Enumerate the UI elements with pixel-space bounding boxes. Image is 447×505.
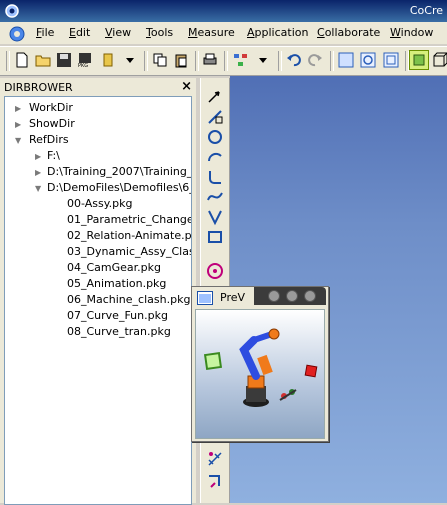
preview-window-icon: [197, 291, 213, 305]
directory-tree[interactable]: ▶ WorkDir ▶ ShowDir ▼ RefDirs ▶ F:\ ▶ D:…: [4, 96, 192, 505]
gear-icon[interactable]: [8, 25, 26, 43]
rectangle-icon[interactable]: [206, 228, 224, 246]
tree-item-workdir[interactable]: WorkDir: [29, 100, 73, 116]
app-gear-icon[interactable]: [4, 3, 20, 19]
close-icon[interactable]: ×: [181, 79, 192, 94]
menu-edit[interactable]: Edit: [69, 26, 90, 39]
zoom-window-icon[interactable]: [383, 52, 399, 68]
tree-item-refdirs[interactable]: RefDirs: [29, 132, 69, 148]
point-target-icon[interactable]: [206, 262, 224, 280]
menu-tools[interactable]: Tools: [146, 26, 173, 39]
snap-icon[interactable]: [338, 52, 354, 68]
collapse-arrow-icon[interactable]: ▼: [35, 184, 41, 193]
fillet-icon[interactable]: [206, 168, 224, 186]
save-icon[interactable]: [56, 52, 72, 68]
minimize-button[interactable]: [268, 290, 280, 302]
svg-text:PKG: PKG: [78, 63, 88, 68]
dir-browser-panel: DIRBROWER × ▶ WorkDir ▶ ShowDir ▼ RefDir…: [0, 78, 196, 505]
tree-file-item[interactable]: 05_Animation.pkg: [67, 276, 166, 292]
tree-file-item[interactable]: 07_Curve_Fun.pkg: [67, 308, 168, 324]
menu-view[interactable]: View: [105, 26, 131, 39]
database-icon[interactable]: [100, 52, 116, 68]
collapse-arrow-icon[interactable]: ▼: [15, 136, 21, 145]
tree-item-training[interactable]: D:\Training_2007\Training_re: [47, 164, 191, 180]
tree-file-item[interactable]: 00-Assy.pkg: [67, 196, 132, 212]
window-title: CoCre: [409, 4, 443, 17]
tree-item-f-drive[interactable]: F:\: [47, 148, 60, 164]
tree-file-item[interactable]: 02_Relation-Animate.pkg: [67, 228, 191, 244]
preview-title: PreV: [220, 291, 246, 304]
toolbar-separator: [195, 51, 199, 71]
tree-file-item[interactable]: 03_Dynamic_Assy_Clash: [67, 244, 191, 260]
panel-title: DIRBROWER: [4, 81, 73, 94]
menu-bar: File Edit View Tools Measure Application…: [0, 22, 447, 44]
wireframe-display-icon[interactable]: [432, 52, 447, 68]
menu-window[interactable]: Window: [390, 26, 433, 39]
expand-arrow-icon[interactable]: ▶: [35, 152, 41, 161]
title-bar: CoCre: [0, 0, 447, 22]
zoom-fit-icon[interactable]: [360, 52, 376, 68]
spline-icon[interactable]: [206, 188, 224, 206]
print-icon[interactable]: [202, 52, 218, 68]
toolbar-separator: [144, 51, 148, 71]
shaded-display-icon[interactable]: [409, 50, 429, 70]
undo-icon[interactable]: [286, 52, 302, 68]
preview-title-tab[interactable]: PreV: [194, 288, 254, 306]
new-file-icon[interactable]: [14, 52, 30, 68]
expand-arrow-icon[interactable]: ▶: [35, 168, 41, 177]
toolbar-separator: [330, 51, 334, 71]
chevron-down-icon[interactable]: [255, 52, 271, 68]
menu-file[interactable]: File: [36, 26, 54, 39]
circle-icon[interactable]: [206, 128, 224, 146]
menu-collaborate[interactable]: Collaborate: [317, 26, 380, 39]
tree-file-item[interactable]: 01_Parametric_Change.p: [67, 212, 191, 228]
open-folder-icon[interactable]: [35, 52, 51, 68]
toolbar-grip[interactable]: [6, 51, 10, 71]
tree-file-item[interactable]: 04_CamGear.pkg: [67, 260, 161, 276]
constraint-icon[interactable]: [206, 472, 224, 490]
close-button[interactable]: [304, 290, 316, 302]
chamfer-icon[interactable]: [206, 208, 224, 226]
main-toolbar: PKG: [0, 46, 447, 76]
preview-controls: [254, 287, 326, 305]
dimension-icon[interactable]: [206, 450, 224, 468]
tree-file-item[interactable]: 06_Machine_clash.pkg: [67, 292, 190, 308]
tree-file-item[interactable]: 08_Curve_tran.pkg: [67, 324, 171, 340]
toolbar-separator: [224, 51, 228, 71]
select-arrow-icon[interactable]: [206, 88, 224, 106]
copy-icon[interactable]: [152, 52, 168, 68]
robot-model-thumbnail: [203, 328, 318, 407]
save-pkg-icon[interactable]: PKG: [77, 52, 93, 68]
line-icon[interactable]: [206, 108, 224, 126]
toolbar-separator: [278, 51, 282, 71]
paste-icon[interactable]: [173, 52, 189, 68]
redo-icon[interactable]: [307, 52, 323, 68]
tree-item-demofiles[interactable]: D:\DemoFiles\Demofiles\6_Re: [47, 180, 191, 196]
preview-window[interactable]: PreV: [191, 286, 329, 442]
expand-arrow-icon[interactable]: ▶: [15, 104, 21, 113]
maximize-button[interactable]: [286, 290, 298, 302]
preview-viewport: [195, 309, 325, 439]
model-tree-icon[interactable]: [233, 52, 249, 68]
tree-item-showdir[interactable]: ShowDir: [29, 116, 75, 132]
menu-application[interactable]: Application: [247, 26, 308, 39]
chevron-down-icon[interactable]: [122, 52, 138, 68]
menu-measure[interactable]: Measure: [188, 26, 235, 39]
expand-arrow-icon[interactable]: ▶: [15, 120, 21, 129]
panel-header: DIRBROWER ×: [0, 78, 196, 96]
arc-icon[interactable]: [206, 148, 224, 166]
